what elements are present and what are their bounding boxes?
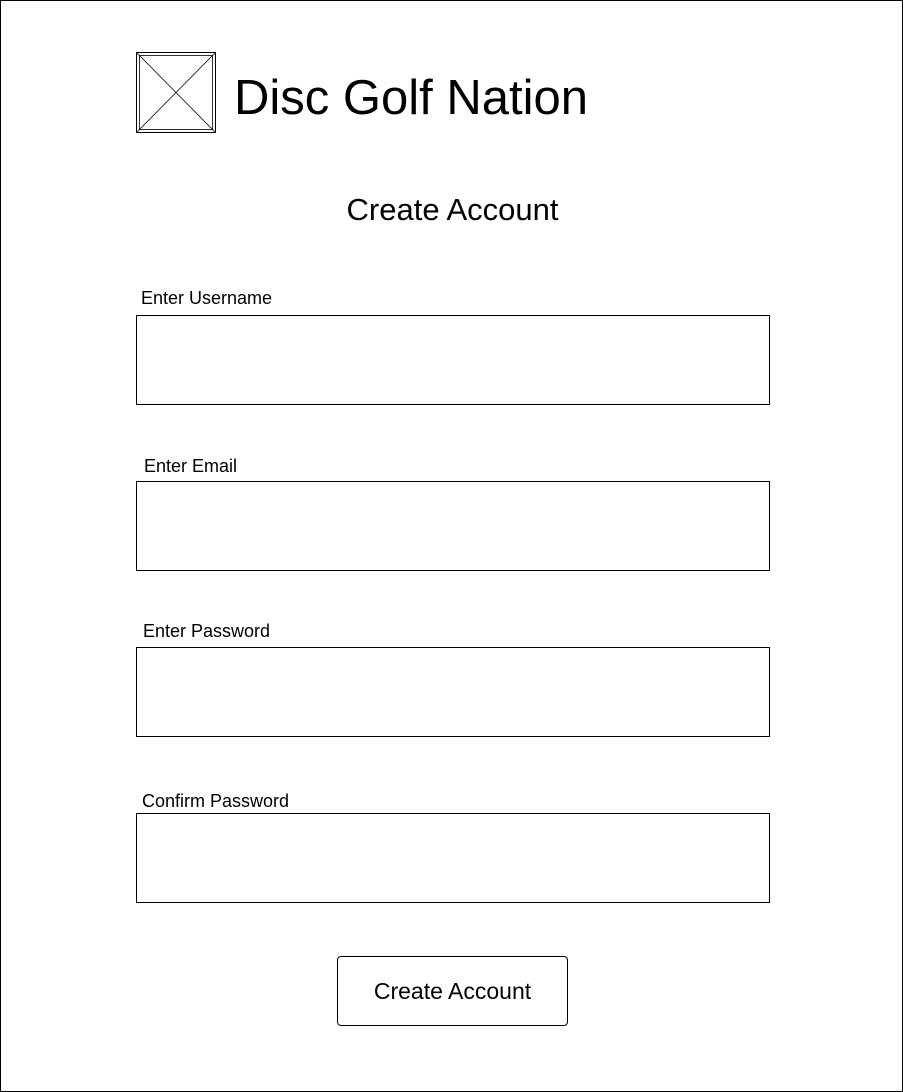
confirm-password-input[interactable] (136, 813, 770, 903)
logo-placeholder-icon (136, 52, 216, 133)
username-label: Enter Username (141, 288, 273, 308)
password-input[interactable] (136, 647, 770, 737)
username-input[interactable] (136, 315, 770, 405)
confirm-password-label: Confirm Password (142, 791, 290, 811)
app-title: Disc Golf Nation (234, 71, 589, 125)
image-placeholder-icon (136, 52, 216, 133)
page-frame: Disc Golf Nation Create Account Enter Us… (0, 0, 903, 1092)
email-input[interactable] (136, 481, 770, 571)
create-account-button[interactable]: Create Account (337, 956, 568, 1026)
password-label: Enter Password (143, 621, 271, 641)
email-label: Enter Email (144, 456, 238, 476)
page-title: Create Account (346, 192, 559, 227)
